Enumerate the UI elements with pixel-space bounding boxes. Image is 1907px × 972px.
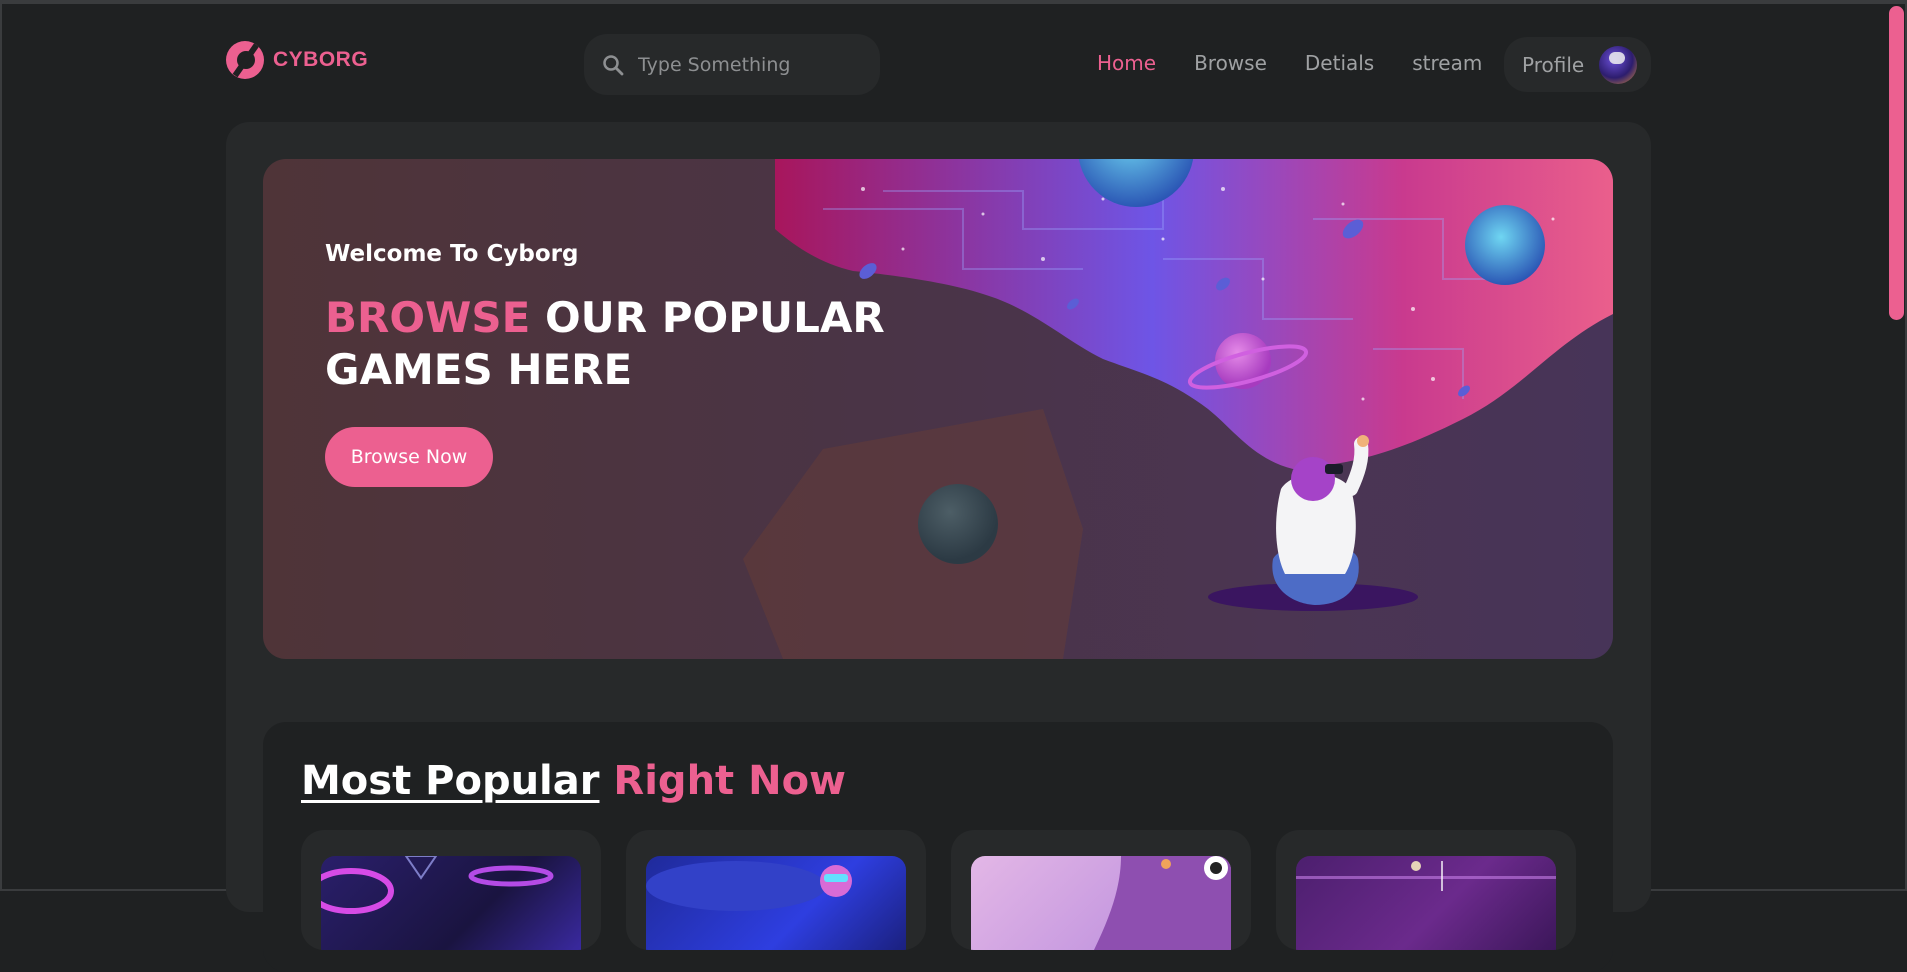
site-header: CYBORG Home Browse Detials stream Profil… [226,32,1651,95]
nav-details[interactable]: Detials [1305,51,1374,75]
thumbnail-art [1296,861,1556,891]
thumbnail-art [646,861,852,911]
profile-label: Profile [1522,52,1585,77]
search-box[interactable] [584,34,880,95]
banner-text: Welcome To Cyborg BROWSE OUR POPULAR GAM… [325,241,925,396]
logo[interactable]: CYBORG [226,40,368,80]
banner-welcome: Welcome To Cyborg [325,241,579,267]
banner-headline: BROWSE OUR POPULAR GAMES HERE [325,292,885,396]
thumbnail-art [321,856,554,914]
game-thumbnail [971,856,1231,950]
browse-now-button[interactable]: Browse Now [325,427,493,487]
game-thumbnail [1296,856,1556,950]
game-card[interactable] [951,830,1251,950]
section-title-underlined: Most Popular [301,758,600,804]
game-card[interactable] [301,830,601,950]
section-title-accent: Right Now [613,758,846,804]
nav-home[interactable]: Home [1097,51,1156,75]
hero-banner: Welcome To Cyborg BROWSE OUR POPULAR GAM… [263,159,1613,659]
search-input[interactable] [636,52,856,77]
popular-cards [301,830,1601,950]
main-nav: Home Browse Detials stream [1097,51,1520,75]
nav-stream[interactable]: stream [1412,51,1482,75]
banner-illustration [743,159,1613,659]
page-scrollbar[interactable] [1886,4,1905,889]
headline-accent: BROWSE [325,293,531,342]
thumbnail-art [1093,856,1231,950]
game-card[interactable] [626,830,926,950]
nav-browse[interactable]: Browse [1194,51,1267,75]
search-icon [602,54,624,76]
logo-mark-icon [226,41,264,79]
logo-text: CYBORG [273,48,369,71]
avatar [1599,46,1637,84]
section-title: Most Popular Right Now [301,758,846,804]
game-card[interactable] [1276,830,1576,950]
profile-button[interactable]: Profile [1504,37,1651,92]
main-panel: Welcome To Cyborg BROWSE OUR POPULAR GAM… [226,122,1651,972]
game-thumbnail [646,856,906,950]
most-popular-section: Most Popular Right Now [263,722,1613,972]
scrollbar-thumb[interactable] [1889,6,1904,320]
game-thumbnail [321,856,581,950]
